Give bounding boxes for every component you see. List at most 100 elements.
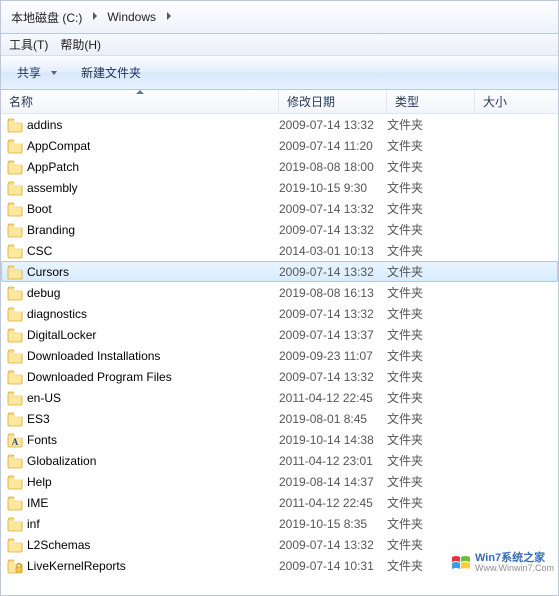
file-list[interactable]: addins2009-07-14 13:32文件夹AppCompat2009-0… (1, 114, 558, 595)
item-name: debug (27, 286, 60, 300)
item-type: 文件夹 (387, 221, 475, 238)
table-row[interactable]: diagnostics2009-07-14 13:32文件夹 (1, 303, 558, 324)
table-row[interactable]: DigitalLocker2009-07-14 13:37文件夹 (1, 324, 558, 345)
item-type: 文件夹 (387, 137, 475, 154)
item-date: 2019-08-14 14:37 (279, 475, 387, 489)
item-name: Downloaded Program Files (27, 370, 172, 384)
lockfolder-icon (7, 558, 23, 574)
folder-icon (7, 411, 23, 427)
item-type: 文件夹 (387, 284, 475, 301)
chevron-right-icon[interactable] (90, 10, 99, 24)
item-type: 文件夹 (387, 410, 475, 427)
folder-icon (7, 474, 23, 490)
item-date: 2009-07-14 13:32 (279, 370, 387, 384)
item-name: Cursors (27, 265, 69, 279)
table-row[interactable]: Fonts 2019-10-14 14:38文件夹 (1, 429, 558, 450)
item-type: 文件夹 (387, 536, 475, 553)
item-name: AppPatch (27, 160, 79, 174)
chevron-right-icon[interactable] (164, 10, 173, 24)
item-date: 2009-07-14 11:20 (279, 139, 387, 153)
item-type: 文件夹 (387, 473, 475, 490)
breadcrumb-root[interactable]: 本地磁盘 (C:) (3, 3, 90, 32)
item-name: Branding (27, 223, 75, 237)
item-date: 2019-10-15 8:35 (279, 517, 387, 531)
column-size[interactable]: 大小 (475, 90, 558, 113)
table-row[interactable]: Cursors2009-07-14 13:32文件夹 (1, 261, 558, 282)
item-date: 2009-07-14 13:37 (279, 328, 387, 342)
folder-icon (7, 306, 23, 322)
sort-ascending-icon (136, 90, 144, 94)
item-date: 2019-10-15 9:30 (279, 181, 387, 195)
table-row[interactable]: en-US2011-04-12 22:45文件夹 (1, 387, 558, 408)
item-type: 文件夹 (387, 242, 475, 259)
table-row[interactable]: Downloaded Program Files 2009-07-14 13:32… (1, 366, 558, 387)
item-type: 文件夹 (387, 263, 475, 280)
item-name: en-US (27, 391, 61, 405)
folder-icon (7, 495, 23, 511)
item-date: 2009-07-14 13:32 (279, 307, 387, 321)
item-type: 文件夹 (387, 389, 475, 406)
item-name: DigitalLocker (27, 328, 96, 342)
table-row[interactable]: addins 2009-07-14 13:32文件夹 (1, 114, 558, 135)
table-row[interactable]: debug 2019-08-08 16:13文件夹 (1, 282, 558, 303)
table-row[interactable]: IME2011-04-12 22:45文件夹 (1, 492, 558, 513)
column-name[interactable]: 名称 (1, 90, 279, 113)
column-headers: 名称 修改日期 类型 大小 (1, 90, 558, 114)
column-date[interactable]: 修改日期 (279, 90, 387, 113)
item-type: 文件夹 (387, 116, 475, 133)
item-date: 2019-10-14 14:38 (279, 433, 387, 447)
table-row[interactable]: ES32019-08-01 8:45文件夹 (1, 408, 558, 429)
folder-icon (7, 537, 23, 553)
folder-icon (7, 138, 23, 154)
item-name: inf (27, 517, 40, 531)
folder-icon (7, 222, 23, 238)
table-row[interactable]: L2Schemas2009-07-14 13:32文件夹 (1, 534, 558, 555)
item-type: 文件夹 (387, 200, 475, 217)
breadcrumb-bar[interactable]: 本地磁盘 (C:) Windows (1, 1, 558, 34)
item-date: 2009-07-14 13:32 (279, 118, 387, 132)
table-row[interactable]: CSC2014-03-01 10:13文件夹 (1, 240, 558, 261)
folder-icon (7, 327, 23, 343)
breadcrumb-folder[interactable]: Windows (99, 4, 164, 30)
table-row[interactable]: AppPatch2019-08-08 18:00文件夹 (1, 156, 558, 177)
new-folder-button[interactable]: 新建文件夹 (75, 60, 147, 85)
table-row[interactable]: Help2019-08-14 14:37文件夹 (1, 471, 558, 492)
table-row[interactable]: assembly2019-10-15 9:30文件夹 (1, 177, 558, 198)
item-name: ES3 (27, 412, 50, 426)
menu-tools[interactable]: 工具(T) (9, 36, 48, 53)
item-type: 文件夹 (387, 347, 475, 364)
item-name: addins (27, 118, 62, 132)
fontfolder-icon (7, 432, 23, 448)
table-row[interactable]: Downloaded Installations2009-09-23 11:07… (1, 345, 558, 366)
item-type: 文件夹 (387, 431, 475, 448)
item-type: 文件夹 (387, 557, 475, 574)
item-date: 2019-08-08 18:00 (279, 160, 387, 174)
menu-bar: 工具(T) 帮助(H) (1, 34, 558, 56)
table-row[interactable]: AppCompat 2009-07-14 11:20文件夹 (1, 135, 558, 156)
table-row[interactable]: inf 2019-10-15 8:35文件夹 (1, 513, 558, 534)
table-row[interactable]: LiveKernelReports2009-07-14 10:31文件夹 (1, 555, 558, 576)
table-row[interactable]: Branding 2009-07-14 13:32文件夹 (1, 219, 558, 240)
item-date: 2019-08-08 16:13 (279, 286, 387, 300)
item-date: 2011-04-12 23:01 (279, 454, 387, 468)
share-button[interactable]: 共享 (11, 60, 63, 85)
item-name: Globalization (27, 454, 96, 468)
column-type[interactable]: 类型 (387, 90, 475, 113)
item-name: LiveKernelReports (27, 559, 126, 573)
folder-icon (7, 390, 23, 406)
item-type: 文件夹 (387, 368, 475, 385)
folder-icon (7, 348, 23, 364)
item-date: 2009-07-14 13:32 (279, 223, 387, 237)
item-date: 2009-09-23 11:07 (279, 349, 387, 363)
item-name: Fonts (27, 433, 57, 447)
item-name: CSC (27, 244, 52, 258)
item-name: AppCompat (27, 139, 90, 153)
item-type: 文件夹 (387, 515, 475, 532)
item-type: 文件夹 (387, 452, 475, 469)
folder-icon (7, 285, 23, 301)
folder-icon (7, 369, 23, 385)
menu-help[interactable]: 帮助(H) (60, 36, 101, 53)
table-row[interactable]: Boot2009-07-14 13:32文件夹 (1, 198, 558, 219)
table-row[interactable]: Globalization 2011-04-12 23:01文件夹 (1, 450, 558, 471)
item-date: 2009-07-14 13:32 (279, 538, 387, 552)
